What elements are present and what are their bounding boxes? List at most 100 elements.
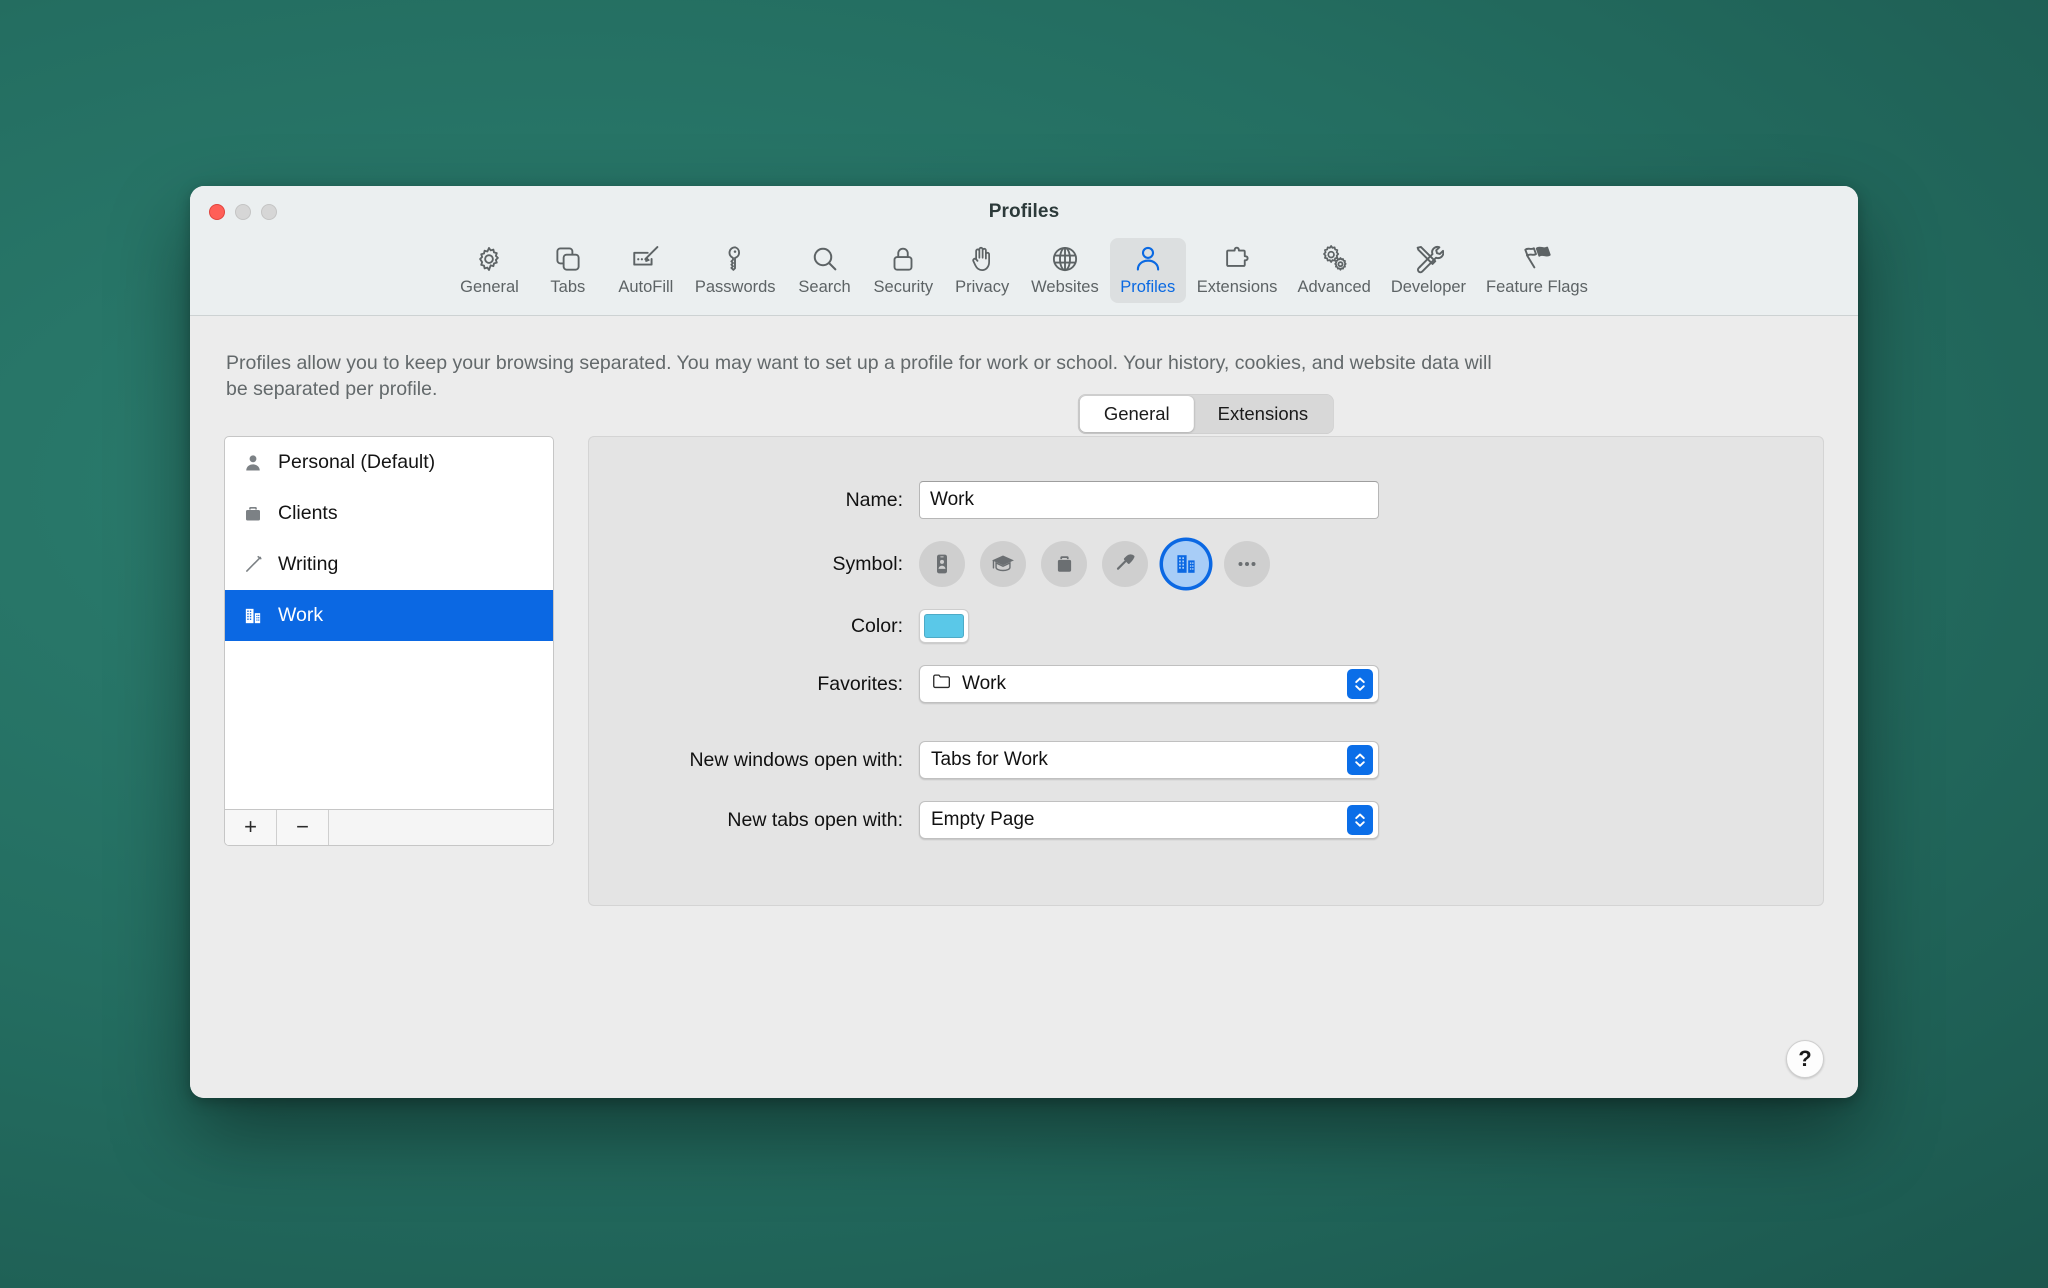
list-item-writing[interactable]: Writing xyxy=(225,539,553,590)
toolbar-item-websites[interactable]: Websites xyxy=(1022,238,1108,303)
new-tabs-popup-button[interactable]: Empty Page xyxy=(919,801,1379,840)
list-item-label: Clients xyxy=(278,502,338,525)
color-label: Color: xyxy=(850,614,903,637)
toolbar-item-autofill[interactable]: AutoFill xyxy=(608,238,684,303)
toolbar-item-security[interactable]: Security xyxy=(865,238,943,303)
profile-detail-panel: General Extensions Name: Work Symbol: Co… xyxy=(588,394,1824,907)
puzzle-icon xyxy=(1222,242,1252,275)
title-bar: Profiles xyxy=(190,186,1858,238)
toolbar-label: Extensions xyxy=(1196,278,1278,296)
symbol-option-more[interactable] xyxy=(1224,541,1270,588)
color-well-button[interactable] xyxy=(919,609,969,644)
ellipsis-icon xyxy=(1234,551,1260,577)
name-row: Name: Work xyxy=(589,481,1783,520)
new-windows-row: New windows open with: Tabs for Work xyxy=(589,741,1783,780)
profile-list-panel: Personal (Default) Clients Writing Work xyxy=(224,436,554,847)
toolbar-label: General xyxy=(460,278,519,296)
building-icon xyxy=(242,606,264,626)
chevron-updown-icon xyxy=(1347,745,1373,776)
toolbar-item-privacy[interactable]: Privacy xyxy=(944,238,1020,303)
toolbar-label: Advanced xyxy=(1297,278,1371,296)
settings-toolbar: General Tabs AutoFill Passwords Search S… xyxy=(190,238,1858,316)
detail-card: Name: Work Symbol: Color: Favorites: Wor… xyxy=(588,436,1824,907)
detail-tab-bar: General Extensions xyxy=(1077,394,1335,435)
double-gear-icon xyxy=(1319,242,1350,275)
toolbar-item-tabs[interactable]: Tabs xyxy=(530,238,606,303)
toolbar-item-passwords[interactable]: Passwords xyxy=(686,238,785,303)
name-label: Name: xyxy=(845,488,903,511)
new-windows-value: Tabs for Work xyxy=(931,749,1048,771)
new-tabs-label: New tabs open with: xyxy=(727,808,903,831)
pencil-icon xyxy=(242,554,264,575)
settings-window: Profiles General Tabs AutoFill Passwords… xyxy=(190,186,1858,1098)
settings-content: Profiles allow you to keep your browsing… xyxy=(190,316,1858,1098)
briefcase-icon xyxy=(242,504,264,524)
name-input[interactable]: Work xyxy=(919,481,1379,520)
toolbar-item-extensions[interactable]: Extensions xyxy=(1188,238,1287,303)
toolbar-item-profiles[interactable]: Profiles xyxy=(1109,238,1186,303)
flags-icon xyxy=(1520,242,1553,275)
toolbar-label: Passwords xyxy=(694,278,776,296)
favorites-value: Work xyxy=(962,673,1006,695)
color-row: Color: xyxy=(589,609,1783,644)
toolbar-label: Privacy xyxy=(955,278,1010,296)
toolbar-label: Search xyxy=(798,278,851,296)
toolbar-item-search[interactable]: Search xyxy=(787,238,863,303)
list-item-clients[interactable]: Clients xyxy=(225,488,553,539)
person-icon xyxy=(242,453,264,473)
magnifier-icon xyxy=(810,242,840,275)
toolbar-item-advanced[interactable]: Advanced xyxy=(1288,238,1379,303)
hammer-icon xyxy=(1113,552,1138,577)
new-windows-popup-button[interactable]: Tabs for Work xyxy=(919,741,1379,780)
chevron-updown-icon xyxy=(1347,669,1373,700)
toolbar-item-feature-flags[interactable]: Feature Flags xyxy=(1477,238,1597,303)
symbol-option-hammer[interactable] xyxy=(1102,541,1148,588)
new-windows-label: New windows open with: xyxy=(689,748,903,771)
symbol-picker xyxy=(919,541,1270,588)
favorites-label: Favorites: xyxy=(817,672,903,695)
autofill-icon xyxy=(630,242,661,275)
list-item-work[interactable]: Work xyxy=(225,590,553,642)
graduation-cap-icon xyxy=(990,551,1016,577)
new-tabs-value: Empty Page xyxy=(931,809,1035,831)
briefcase-icon xyxy=(1053,553,1076,576)
add-profile-button[interactable]: + xyxy=(225,810,277,846)
person-icon xyxy=(1133,242,1163,275)
help-button[interactable]: ? xyxy=(1786,1040,1824,1078)
id-card-icon xyxy=(930,552,954,576)
new-tabs-row: New tabs open with: Empty Page xyxy=(589,801,1783,840)
toolbar-label: Profiles xyxy=(1120,278,1176,296)
gear-icon xyxy=(474,242,504,275)
list-item-label: Work xyxy=(278,604,324,627)
list-item-label: Personal (Default) xyxy=(278,451,436,474)
window-title: Profiles xyxy=(988,201,1060,222)
tab-extensions[interactable]: Extensions xyxy=(1194,396,1333,432)
remove-profile-button[interactable]: − xyxy=(277,810,329,846)
toolbar-label: Websites xyxy=(1031,278,1099,296)
tools-icon xyxy=(1413,242,1444,275)
tabs-icon xyxy=(553,242,583,275)
favorites-popup-button[interactable]: Work xyxy=(919,665,1379,704)
lock-icon xyxy=(888,242,918,275)
toolbar-item-developer[interactable]: Developer xyxy=(1382,238,1475,303)
color-swatch xyxy=(924,614,964,639)
favorites-row: Favorites: Work xyxy=(589,665,1783,704)
toolbar-item-general[interactable]: General xyxy=(451,238,528,303)
chevron-updown-icon xyxy=(1347,805,1373,836)
symbol-option-briefcase[interactable] xyxy=(1041,541,1087,588)
symbol-option-graduation-cap[interactable] xyxy=(980,541,1026,588)
profiles-panes: Personal (Default) Clients Writing Work xyxy=(224,394,1824,907)
list-item-label: Writing xyxy=(278,553,339,576)
toolbar-label: Developer xyxy=(1390,278,1467,296)
hand-icon xyxy=(967,242,997,275)
list-item-personal[interactable]: Personal (Default) xyxy=(225,437,553,488)
symbol-option-building[interactable] xyxy=(1163,541,1209,588)
symbol-option-id-card[interactable] xyxy=(919,541,965,588)
toolbar-label: Tabs xyxy=(550,278,586,296)
tab-general[interactable]: General xyxy=(1079,396,1194,433)
building-icon xyxy=(1174,552,1198,576)
toolbar-label: Security xyxy=(873,278,934,296)
globe-icon xyxy=(1050,242,1080,275)
toolbar-filler xyxy=(329,810,553,846)
symbol-label: Symbol: xyxy=(832,552,903,575)
